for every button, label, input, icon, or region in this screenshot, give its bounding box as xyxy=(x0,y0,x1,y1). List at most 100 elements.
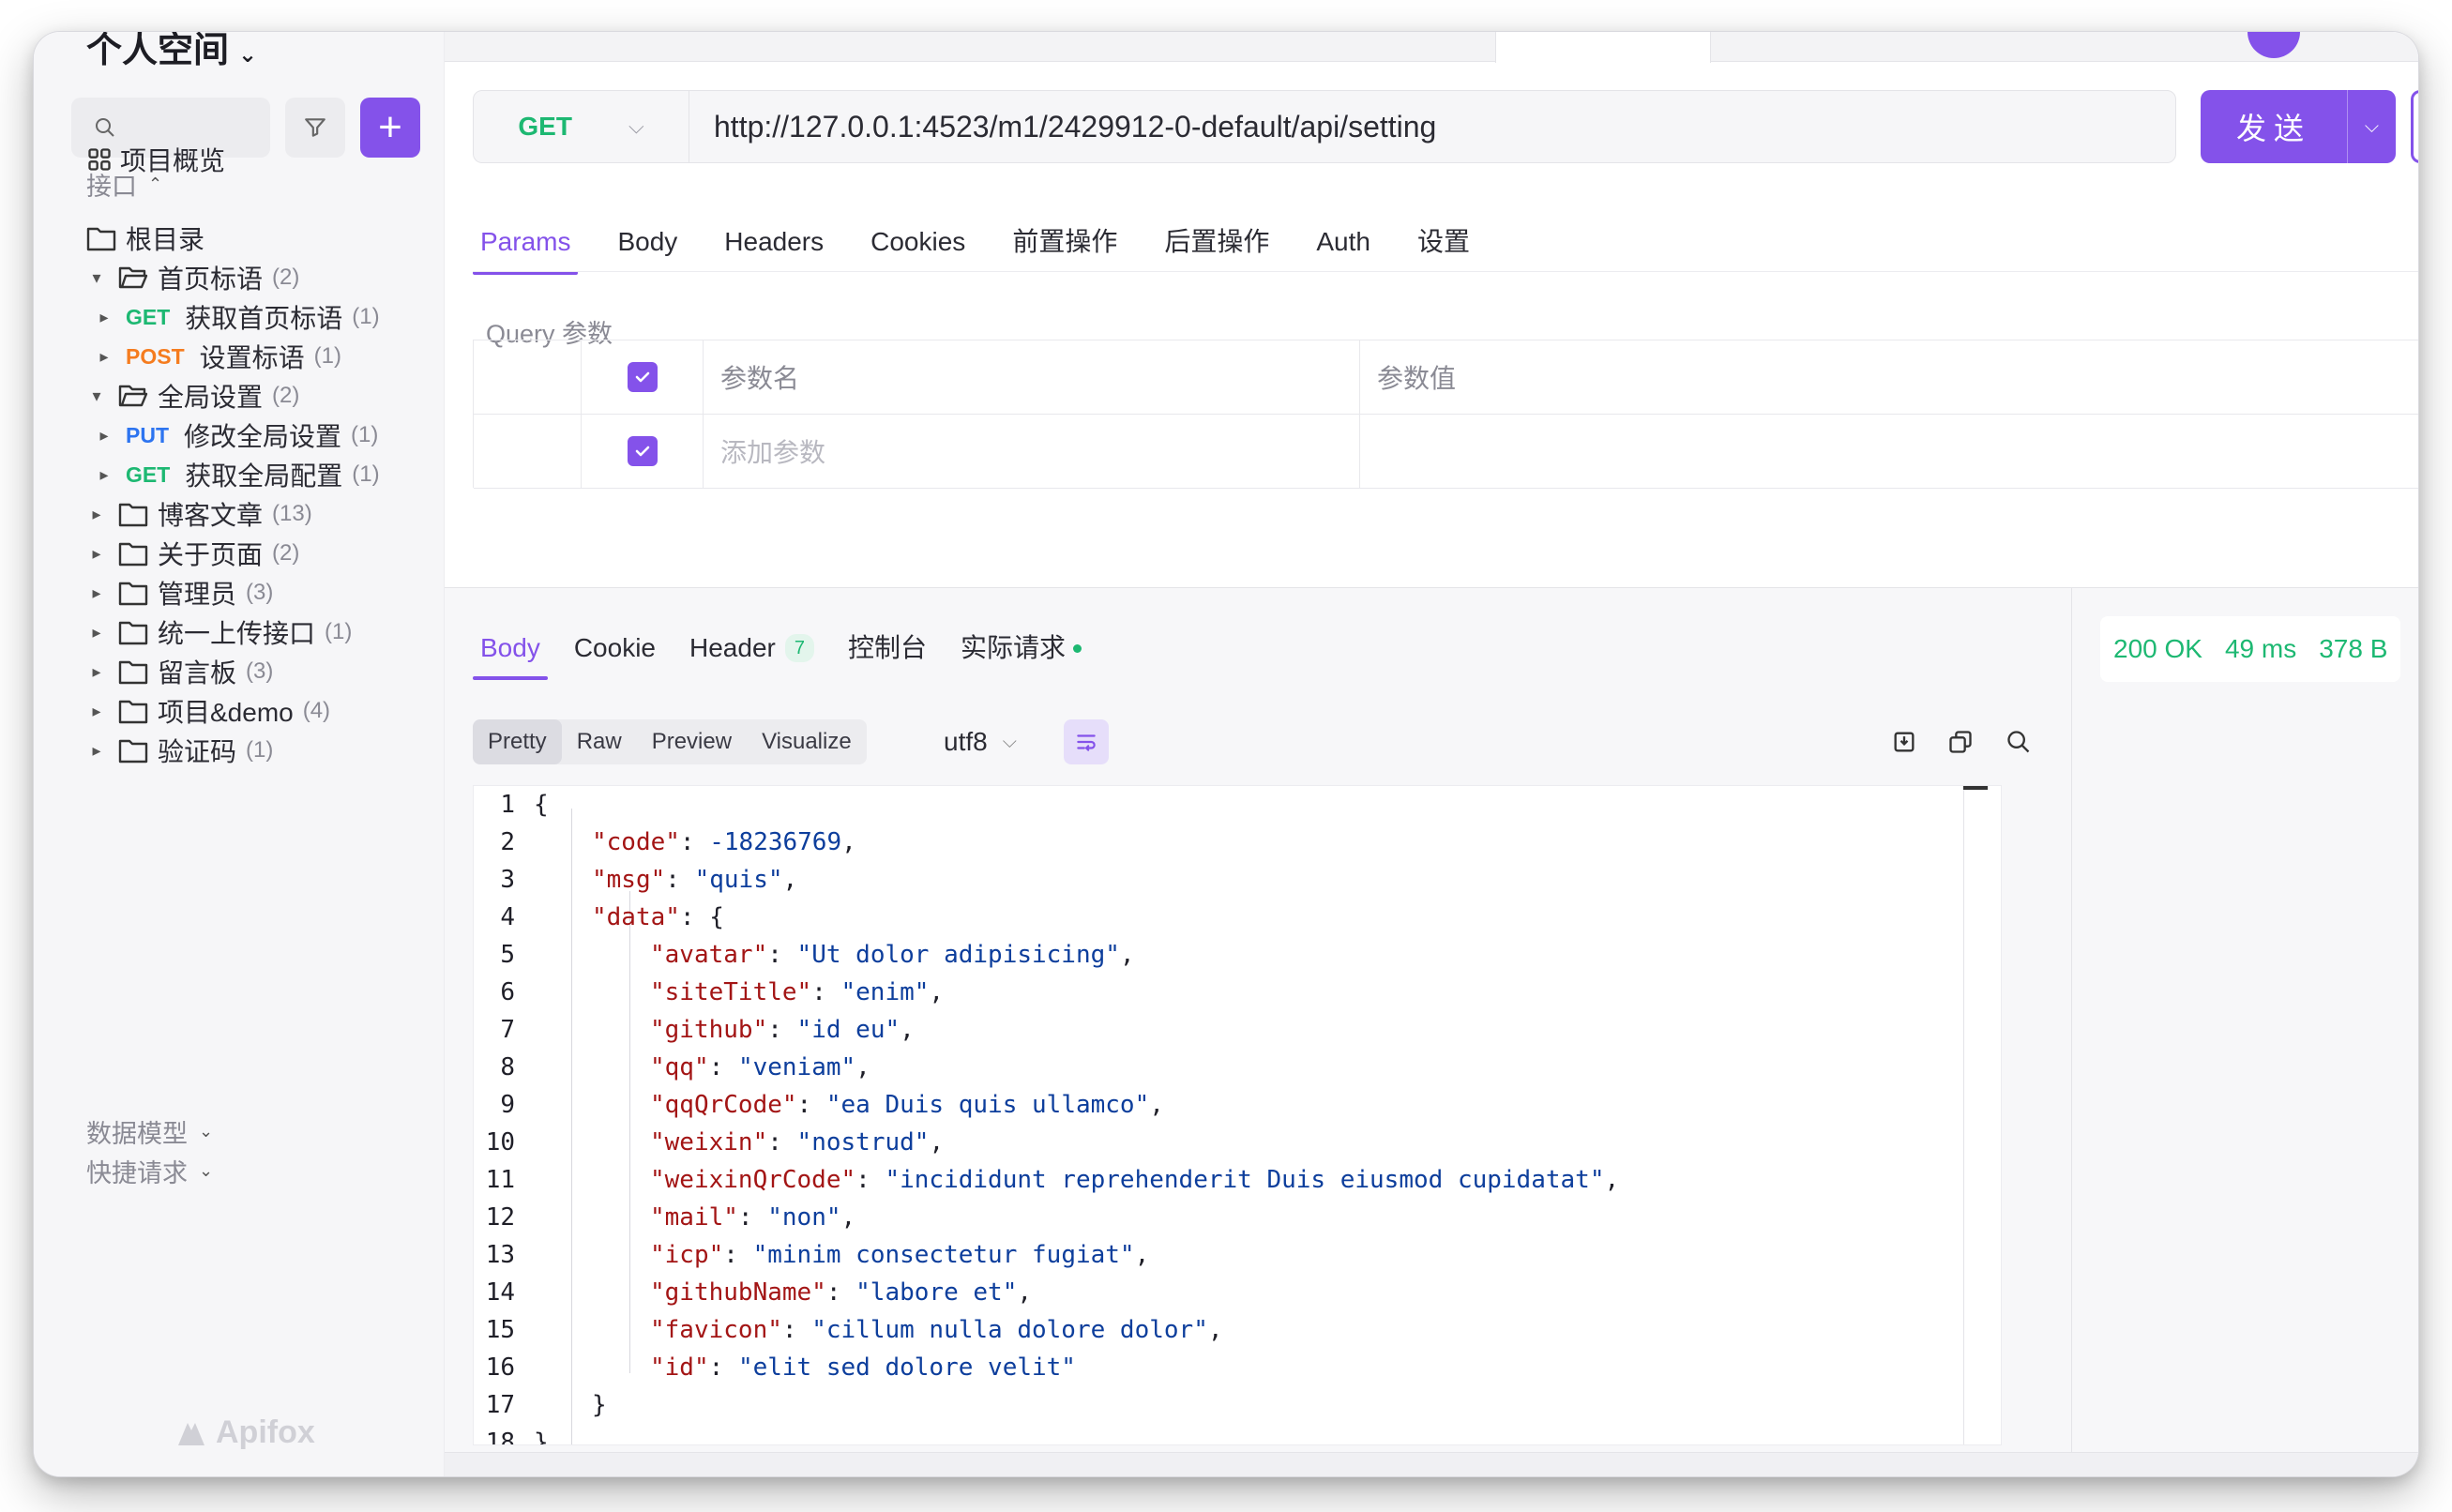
caret-right-icon[interactable]: ▸ xyxy=(86,544,107,564)
tab-设置[interactable]: 设置 xyxy=(1410,216,1477,272)
sidebar-folder[interactable]: ▸ 验证码 (1) xyxy=(86,722,273,779)
download-button[interactable] xyxy=(1887,725,1921,759)
caret-right-icon[interactable]: ▸ xyxy=(86,583,107,603)
folder-icon xyxy=(118,582,148,606)
encoding-select[interactable]: utf8 ⌵ xyxy=(944,719,1017,764)
tab-后置操作[interactable]: 后置操作 xyxy=(1157,216,1277,272)
view-mode-raw[interactable]: Raw xyxy=(562,719,637,764)
tab-active[interactable] xyxy=(1495,32,1711,63)
filter-button[interactable] xyxy=(285,98,345,158)
response-tabs: Body Cookie Header 7 控制台 实际请求 xyxy=(473,620,1089,680)
copy-button[interactable] xyxy=(1944,725,1977,759)
line-number: 12 xyxy=(485,1203,515,1232)
code-text: "githubName": "labore et", xyxy=(650,1278,1032,1307)
space-switcher[interactable]: 个人空间 ⌄ xyxy=(86,32,257,72)
view-mode-preview[interactable]: Preview xyxy=(637,719,747,764)
response-tab[interactable]: Body xyxy=(473,620,548,680)
row-checkbox[interactable] xyxy=(627,436,658,466)
divider xyxy=(473,271,2418,272)
param-name-input[interactable]: 添加参数 xyxy=(704,415,1360,488)
avatar[interactable] xyxy=(2248,32,2300,58)
response-body-editor[interactable]: 1{2 "code": -18236769, 3 "msg": "quis", 4 "da… xyxy=(473,785,2002,1445)
code-text: } xyxy=(592,1391,607,1419)
send-button[interactable]: 发送 ⌵ xyxy=(2201,90,2396,163)
folder-icon xyxy=(118,700,148,724)
tab-headers[interactable]: Headers xyxy=(717,216,831,272)
line-number: 6 xyxy=(500,978,515,1006)
item-count: (1) xyxy=(313,343,341,369)
line-number: 3 xyxy=(500,866,515,894)
folder-icon xyxy=(118,503,148,527)
caret-right-icon[interactable]: ▸ xyxy=(94,465,114,485)
folder-open-icon xyxy=(118,266,148,289)
code-text: "siteTitle": "enim", xyxy=(650,978,945,1006)
response-tab[interactable]: Cookie xyxy=(567,620,663,676)
code-text: "msg": "quis", xyxy=(592,866,798,894)
chevron-down-icon: ⌵ xyxy=(628,114,644,138)
method-badge: GET xyxy=(126,304,171,329)
method-badge: POST xyxy=(126,343,185,369)
code-line: 17} xyxy=(474,1386,2001,1424)
tab-bar xyxy=(445,32,2418,63)
caret-right-icon[interactable]: ▸ xyxy=(86,623,107,643)
sidebar: 个人空间 ⌄ + 项目概览 接口 ⌃ 根目录 ▾ 首页标语 (2) ▸ GET 获取首页标语(… xyxy=(34,32,445,1476)
add-button[interactable]: + xyxy=(360,98,420,158)
folder-icon xyxy=(118,660,148,685)
line-number: 13 xyxy=(485,1241,515,1269)
code-text: "icp": "minim consectetur fugiat", xyxy=(650,1241,1150,1269)
item-count: (2) xyxy=(272,383,300,408)
quick-request-toggle[interactable]: 快捷请求 ⌄ xyxy=(86,1142,213,1199)
line-number: 9 xyxy=(500,1091,515,1119)
caret-right-icon[interactable]: ▸ xyxy=(86,741,107,761)
caret-right-icon[interactable]: ▸ xyxy=(86,662,107,682)
code-text: "id": "elit sed dolore velit" xyxy=(650,1353,1076,1382)
caret-right-icon[interactable]: ▸ xyxy=(94,426,114,446)
line-number: 11 xyxy=(485,1166,515,1194)
response-tab[interactable]: 控制台 xyxy=(840,620,934,676)
tab-body[interactable]: Body xyxy=(610,216,685,272)
wrap-toggle-button[interactable] xyxy=(1064,719,1109,764)
url-input[interactable]: http://127.0.0.1:4523/m1/2429912-0-defau… xyxy=(714,91,1436,162)
save-button[interactable] xyxy=(2411,90,2418,163)
tab-params[interactable]: Params xyxy=(473,216,579,275)
caret-down-icon[interactable]: ▾ xyxy=(86,268,107,288)
code-line: 8 "qq": "veniam", xyxy=(474,1049,2001,1086)
code-line: 4 "data": { xyxy=(474,899,2001,936)
code-line: 18} xyxy=(474,1424,2001,1445)
response-tab[interactable]: 实际请求 xyxy=(953,620,1089,676)
status-summary: 200 OK 49 ms 378 B xyxy=(2100,616,2400,682)
chevron-down-icon[interactable]: ⌵ xyxy=(2347,90,2396,163)
count-badge: 7 xyxy=(784,634,814,662)
search-button[interactable] xyxy=(2002,725,2036,759)
tab-前置操作[interactable]: 前置操作 xyxy=(1005,216,1125,272)
caret-right-icon[interactable]: ▸ xyxy=(94,347,114,367)
method-select[interactable]: GET ⌵ xyxy=(474,91,689,162)
copy-icon xyxy=(1949,731,1972,753)
param-value-input[interactable] xyxy=(1360,415,2418,488)
api-section-toggle[interactable]: 接口 ⌃ xyxy=(86,156,162,212)
select-all-checkbox[interactable] xyxy=(627,362,658,392)
item-count: (2) xyxy=(272,540,300,566)
tab-auth[interactable]: Auth xyxy=(1309,216,1378,272)
caret-right-icon[interactable]: ▸ xyxy=(94,308,114,327)
view-mode-pretty[interactable]: Pretty xyxy=(473,719,562,764)
folder-icon xyxy=(118,621,148,645)
chevron-down-icon: ⌵ xyxy=(1002,732,1017,752)
line-number: 14 xyxy=(485,1278,515,1307)
check-icon xyxy=(635,446,649,457)
view-mode-visualize[interactable]: Visualize xyxy=(747,719,867,764)
line-number: 10 xyxy=(485,1128,515,1157)
table-row: 添加参数 xyxy=(474,415,2418,489)
caret-right-icon[interactable]: ▸ xyxy=(86,702,107,721)
code-text: "mail": "non", xyxy=(650,1203,856,1232)
response-tab[interactable]: Header 7 xyxy=(682,620,822,676)
code-line: 6 "siteTitle": "enim", xyxy=(474,974,2001,1011)
item-count: (1) xyxy=(351,422,379,447)
search-icon xyxy=(2007,731,2030,753)
caret-right-icon[interactable]: ▸ xyxy=(86,505,107,524)
code-text: } xyxy=(534,1429,549,1445)
column-header-name: 参数名 xyxy=(704,340,1360,414)
caret-down-icon[interactable]: ▾ xyxy=(86,386,107,406)
chevron-down-icon: ⌄ xyxy=(199,1121,214,1141)
tab-cookies[interactable]: Cookies xyxy=(863,216,973,272)
